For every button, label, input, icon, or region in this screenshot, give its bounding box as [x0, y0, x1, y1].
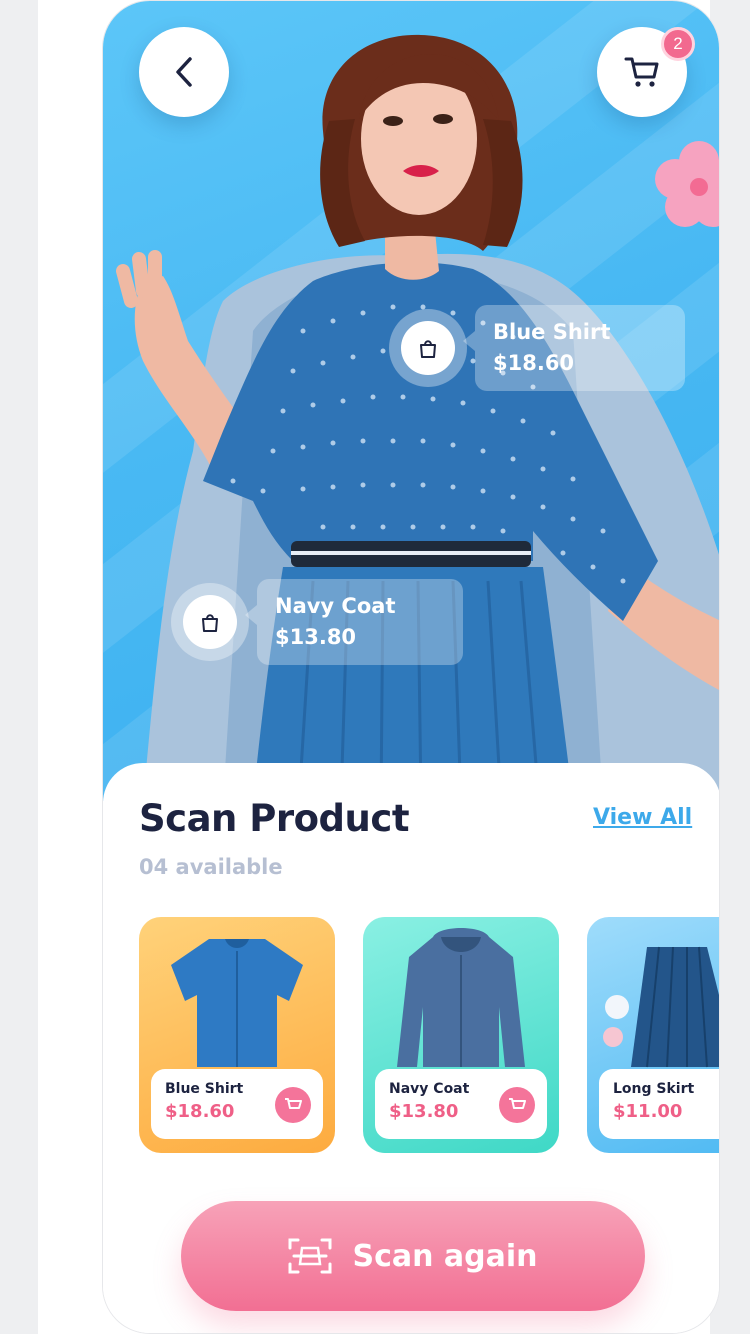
product-image-long-skirt [603, 946, 719, 1068]
product-card-info: Blue Shirt $18.60 [151, 1069, 323, 1139]
flower-decoration [655, 141, 719, 227]
hotspot-tag-navy-coat[interactable]: Navy Coat $13.80 [171, 579, 463, 665]
view-all-link[interactable]: View All [593, 805, 692, 830]
back-button[interactable] [139, 27, 229, 117]
add-to-cart-button[interactable] [275, 1087, 311, 1123]
product-sheet: Scan Product View All 04 available Blue … [103, 763, 719, 1333]
cart-icon [509, 1098, 526, 1109]
product-carousel[interactable]: Blue Shirt $18.60 Navy Coat $13.80 Long … [139, 917, 719, 1153]
product-price: $11.00 [613, 1101, 683, 1122]
scan-again-label: Scan again [352, 1238, 538, 1274]
product-name: Long Skirt [613, 1081, 695, 1097]
product-card[interactable]: Blue Shirt $18.60 [139, 917, 335, 1153]
model-photo [116, 34, 719, 801]
hotspot-card: Navy Coat $13.80 [245, 579, 463, 665]
hotspot-marker[interactable] [389, 309, 467, 387]
hotspot-marker[interactable] [171, 583, 249, 661]
hero-photo: 2 Blue Shirt $18.60 Navy Coat $13.80 [103, 1, 719, 801]
product-image-navy-coat [397, 928, 525, 1067]
hotspot-product-name: Navy Coat [275, 594, 396, 618]
scan-icon [288, 1238, 332, 1274]
bag-icon [202, 614, 218, 632]
product-card[interactable]: Navy Coat $13.80 [363, 917, 559, 1153]
hotspot-product-price: $13.80 [275, 625, 357, 649]
hotspot-product-price: $18.60 [493, 351, 575, 375]
device-frame: 2 Blue Shirt $18.60 Navy Coat $13.80 Sca… [38, 0, 720, 1334]
hotspot-product-name: Blue Shirt [493, 320, 611, 344]
chevron-left-icon [176, 57, 192, 87]
cart-icon [624, 57, 659, 87]
bag-icon [420, 340, 436, 358]
cart-icon [285, 1098, 302, 1109]
add-to-cart-button[interactable] [499, 1087, 535, 1123]
cart-count-badge: 2 [661, 27, 695, 61]
product-card-info: Long Skirt $11.00 [599, 1069, 719, 1139]
product-card[interactable]: Long Skirt $11.00 [587, 917, 719, 1153]
product-image-blue-shirt [171, 939, 303, 1067]
hotspot-tag-blue-shirt[interactable]: Blue Shirt $18.60 [389, 305, 685, 391]
section-title: Scan Product [139, 797, 410, 840]
hotspot-card: Blue Shirt $18.60 [463, 305, 685, 391]
phone-screen: 2 Blue Shirt $18.60 Navy Coat $13.80 Sca… [102, 0, 720, 1334]
product-card-info: Navy Coat $13.80 [375, 1069, 547, 1139]
available-count: 04 available [139, 855, 283, 879]
scan-again-button[interactable]: Scan again [181, 1201, 645, 1311]
